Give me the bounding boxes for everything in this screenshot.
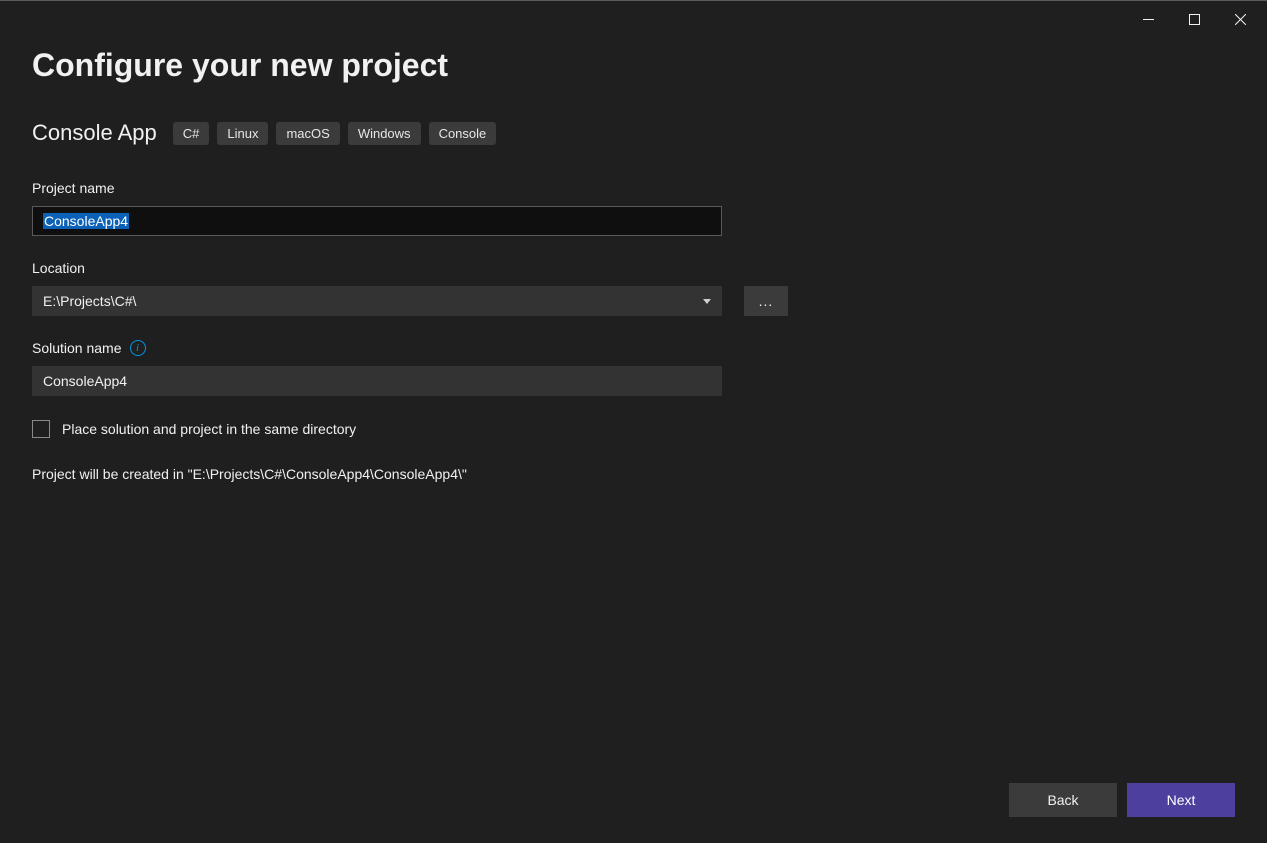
project-name-label: Project name (32, 180, 1235, 196)
window-titlebar (0, 1, 1267, 37)
tag: Windows (348, 122, 421, 145)
browse-button[interactable]: ... (744, 286, 788, 316)
solution-name-label-text: Solution name (32, 340, 122, 356)
tag: Console (429, 122, 497, 145)
tag: C# (173, 122, 210, 145)
template-name: Console App (32, 120, 157, 146)
same-directory-label: Place solution and project in the same d… (62, 421, 356, 437)
next-button[interactable]: Next (1127, 783, 1235, 817)
maximize-button[interactable] (1171, 4, 1217, 34)
close-button[interactable] (1217, 4, 1263, 34)
project-name-value: ConsoleApp4 (43, 213, 129, 229)
location-label: Location (32, 260, 1235, 276)
template-tags: C# Linux macOS Windows Console (173, 122, 497, 145)
solution-name-label: Solution name i (32, 340, 1235, 356)
solution-name-input[interactable]: ConsoleApp4 (32, 366, 722, 396)
same-directory-checkbox[interactable] (32, 420, 50, 438)
back-button[interactable]: Back (1009, 783, 1117, 817)
info-icon[interactable]: i (130, 340, 146, 356)
location-combobox[interactable]: E:\Projects\C#\ (32, 286, 722, 316)
minimize-button[interactable] (1125, 4, 1171, 34)
location-value: E:\Projects\C#\ (43, 293, 136, 309)
page-title: Configure your new project (32, 47, 1235, 84)
chevron-down-icon (703, 299, 711, 304)
tag: Linux (217, 122, 268, 145)
solution-name-value: ConsoleApp4 (43, 373, 127, 389)
tag: macOS (276, 122, 339, 145)
project-name-input[interactable]: ConsoleApp4 (32, 206, 722, 236)
wizard-actions: Back Next (1009, 783, 1235, 817)
creation-path-text: Project will be created in "E:\Projects\… (32, 466, 1235, 482)
